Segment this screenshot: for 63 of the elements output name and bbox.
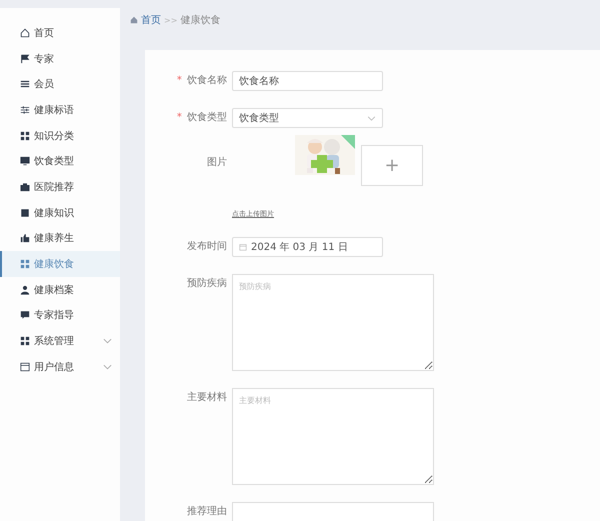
sidebar-item[interactable]: 健康养生 [0, 226, 120, 252]
field-label: 主要材料 [187, 392, 227, 403]
chevron-icon [367, 116, 376, 120]
field-label: 饮食名称 [187, 75, 227, 86]
field-label: 推荐理由 [187, 506, 227, 517]
sidebar-item[interactable]: 用户信息 [0, 354, 120, 380]
field-label: 图片 [207, 157, 227, 168]
text-area[interactable]: 主要材料 [232, 388, 434, 485]
sidebar-item-label: 健康饮食 [34, 258, 75, 272]
sliders-icon [20, 104, 30, 115]
sidebar-item[interactable]: 医院推荐 [0, 174, 120, 200]
sidebar-item[interactable]: 系统管理 [0, 328, 120, 354]
sidebar-item[interactable]: 健康知识 [0, 200, 120, 226]
sidebar-item-label: 医院推荐 [34, 180, 75, 194]
briefcase-icon [20, 182, 30, 192]
sidebar-item-label: 系统管理 [34, 334, 75, 348]
required-mark: * [176, 75, 182, 86]
date-value: 2024 年 03 月 11 日 [251, 241, 348, 254]
sidebar-item-label: 首页 [34, 26, 55, 40]
required-mark: * [176, 112, 182, 123]
sidebar-item-label: 专家指导 [34, 308, 75, 322]
flag-icon [20, 54, 30, 64]
breadcrumb-link[interactable]: 首页 [141, 13, 161, 27]
sidebar-item[interactable]: 饮食类型 [0, 148, 120, 174]
sidebar-item[interactable]: 知识分类 [0, 122, 120, 148]
text-area[interactable]: 预防疾病 [232, 274, 434, 371]
grid-icon [20, 259, 30, 270]
date-field[interactable]: 2024 年 03 月 11 日 [232, 237, 383, 257]
chat-icon [20, 310, 30, 320]
field-label: 饮食类型 [187, 112, 227, 123]
sidebar-item-label: 专家 [34, 52, 55, 66]
sidebar-item[interactable]: 健康档案 [0, 276, 120, 303]
sidebar-item-label: 健康知识 [34, 206, 75, 220]
sidebar-item-label: 知识分类 [34, 130, 75, 143]
sidebar-item-label: 健康档案 [34, 284, 75, 297]
field-label: 预防疾病 [187, 278, 227, 289]
sidebar-item-label: 用户信息 [34, 360, 75, 374]
sidebar-item[interactable]: 首页 [0, 20, 120, 46]
thumbs-up-icon [20, 233, 30, 244]
sidebar-item[interactable]: 会员 [0, 71, 120, 98]
field-label: 发布时间 [187, 241, 227, 252]
sidebar-item-label: 健康标语 [34, 104, 75, 117]
home-icon [20, 28, 30, 38]
sidebar-item[interactable]: 专家 [0, 46, 120, 72]
breadcrumb-separator: >> [164, 16, 178, 24]
menu-icon [20, 79, 30, 90]
sidebar-item[interactable]: 专家指导 [0, 302, 120, 328]
sidebar-item[interactable]: 健康标语 [0, 97, 120, 123]
monitor-icon [20, 156, 30, 166]
grid-icon [20, 336, 30, 346]
user-icon [20, 284, 30, 295]
calendar-icon [239, 243, 247, 251]
home-icon [130, 16, 138, 24]
select-field[interactable]: 饮食类型 [232, 108, 383, 128]
tablet-icon [20, 208, 30, 218]
grid-icon [20, 130, 30, 141]
select-value: 饮食类型 [239, 112, 279, 125]
window-icon [20, 362, 30, 372]
sidebar-item-label: 饮食类型 [34, 154, 75, 168]
sidebar-item-label: 会员 [34, 78, 55, 92]
input-field[interactable]: 饮食名称 [232, 71, 383, 91]
breadcrumb-current: 健康饮食 [180, 14, 220, 27]
sidebar-item-label: 健康养生 [34, 232, 75, 246]
